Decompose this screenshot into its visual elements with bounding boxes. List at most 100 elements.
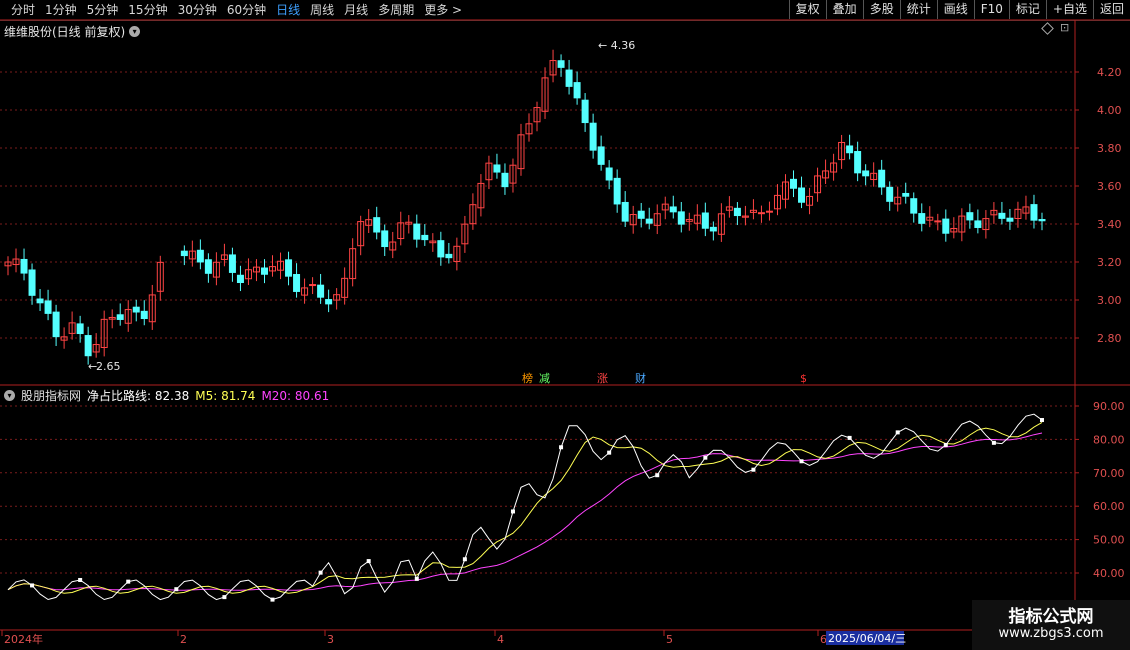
high-price-label: ← 4.36 — [598, 39, 635, 52]
candle-body — [854, 151, 862, 174]
price-tick-label: 4.20 — [1097, 66, 1122, 79]
candle-body — [942, 218, 950, 234]
watermark-title: 指标公式网 — [1008, 607, 1094, 627]
indicator-dropdown-icon[interactable]: ▾ — [4, 390, 15, 401]
chart-canvas[interactable]: 4.20 4.00 3.80 3.60 3.40 3.20 3.00 2.80 90.00 80.… — [0, 0, 1130, 650]
candle-body — [381, 230, 389, 248]
event-marker: 涨 — [597, 372, 608, 385]
net-ratio-line — [7, 413, 1043, 601]
price-tick-label: 3.80 — [1097, 142, 1122, 155]
candle-body — [677, 211, 685, 225]
candle-body — [437, 240, 445, 258]
candle-body — [573, 82, 581, 99]
time-axis-label: 2024年 — [4, 632, 43, 646]
candle-body — [902, 192, 910, 197]
candle-body — [285, 259, 293, 277]
time-axis-label: 5 — [666, 633, 673, 646]
candle-body — [493, 164, 501, 173]
candle-body — [886, 186, 894, 202]
candle-body — [180, 250, 188, 257]
price-tick-label: 3.40 — [1097, 218, 1122, 231]
candle-body — [862, 170, 870, 177]
watermark-url: www.zbgs3.com — [998, 626, 1104, 641]
candle-body — [565, 69, 573, 87]
signal-dot — [366, 559, 371, 564]
candle-body — [765, 210, 773, 213]
price-tick-label: 3.60 — [1097, 180, 1122, 193]
candle-body — [501, 172, 509, 188]
candle-body — [260, 267, 268, 275]
indicator-tick-label: 40.00 — [1093, 567, 1125, 580]
indicator-name: 股朋指标网 — [21, 389, 82, 403]
signal-dot — [943, 442, 948, 447]
watermark: 指标公式网 www.zbgs3.com — [972, 600, 1130, 650]
signal-dot — [78, 577, 83, 582]
candle-body — [1030, 204, 1038, 221]
indicator-tick-label: 80.00 — [1093, 433, 1125, 446]
signal-dot — [462, 557, 467, 562]
candle-body — [204, 259, 212, 274]
signal-dot — [607, 450, 612, 455]
candle-body — [413, 223, 421, 240]
candle-body — [445, 253, 453, 259]
candle-body — [325, 299, 333, 305]
signal-dot — [751, 467, 756, 472]
signal-dot — [1039, 418, 1044, 423]
candle-body — [236, 274, 244, 284]
candle-body — [116, 314, 124, 320]
candle-body — [669, 206, 677, 213]
candle-body — [878, 169, 886, 188]
candle-body — [733, 207, 741, 217]
candle-body — [1038, 219, 1046, 222]
candle-body — [36, 298, 44, 304]
indicator-tick-label: 50.00 — [1093, 534, 1125, 547]
indicator-tick-label: 60.00 — [1093, 500, 1125, 513]
candle-body — [317, 284, 325, 298]
signal-dot — [270, 597, 275, 602]
event-marker: 榜 — [522, 371, 533, 385]
candle-body — [28, 269, 36, 296]
candle-body — [597, 146, 605, 165]
signal-dot — [799, 459, 804, 464]
candle-body — [84, 335, 92, 357]
cursor-date-label: 2025/06/04/三 — [828, 632, 906, 645]
candle-body — [421, 234, 429, 241]
low-arrow-icon: ← — [88, 360, 97, 373]
signal-dot — [510, 509, 515, 514]
indicator-m5-value: M5: 81.74 — [195, 388, 256, 403]
low-price-label: 2.65 — [96, 360, 121, 373]
candle-body — [44, 300, 52, 314]
candle-body — [757, 212, 765, 215]
candle-body — [846, 145, 854, 154]
candle-body — [132, 306, 140, 313]
time-axis-label: 6 — [820, 633, 827, 646]
signal-dot — [30, 583, 35, 588]
indicator-tick-label: 90.00 — [1093, 400, 1125, 413]
candle-body — [20, 258, 28, 274]
event-marker: 财 — [635, 371, 646, 385]
candle-body — [309, 284, 317, 287]
signal-dot — [895, 430, 900, 435]
signal-dot — [847, 435, 852, 440]
candle-body — [76, 323, 84, 335]
candle-body — [709, 226, 717, 232]
candle-body — [701, 212, 709, 229]
candle-body — [228, 254, 236, 273]
price-tick-label: 2.80 — [1097, 332, 1122, 345]
signal-dot — [318, 570, 323, 575]
candle-body — [966, 212, 974, 221]
indicator-title: ▾ 股朋指标网 净占比路线: 82.38 M5: 81.74 M20: 80.6… — [4, 387, 329, 404]
price-tick-label: 3.20 — [1097, 256, 1122, 269]
signal-dot — [559, 445, 564, 450]
price-tick-label: 3.00 — [1097, 294, 1122, 307]
candle-body — [293, 274, 301, 292]
signal-dot — [991, 440, 996, 445]
candle-body — [589, 122, 597, 151]
price-tick-label: 4.00 — [1097, 104, 1122, 117]
candle-body — [910, 198, 918, 214]
event-marker: 减 — [539, 372, 550, 385]
signal-dot — [414, 576, 419, 581]
candle-body — [998, 212, 1006, 219]
candle-body — [613, 177, 621, 205]
candle-body — [790, 178, 798, 189]
